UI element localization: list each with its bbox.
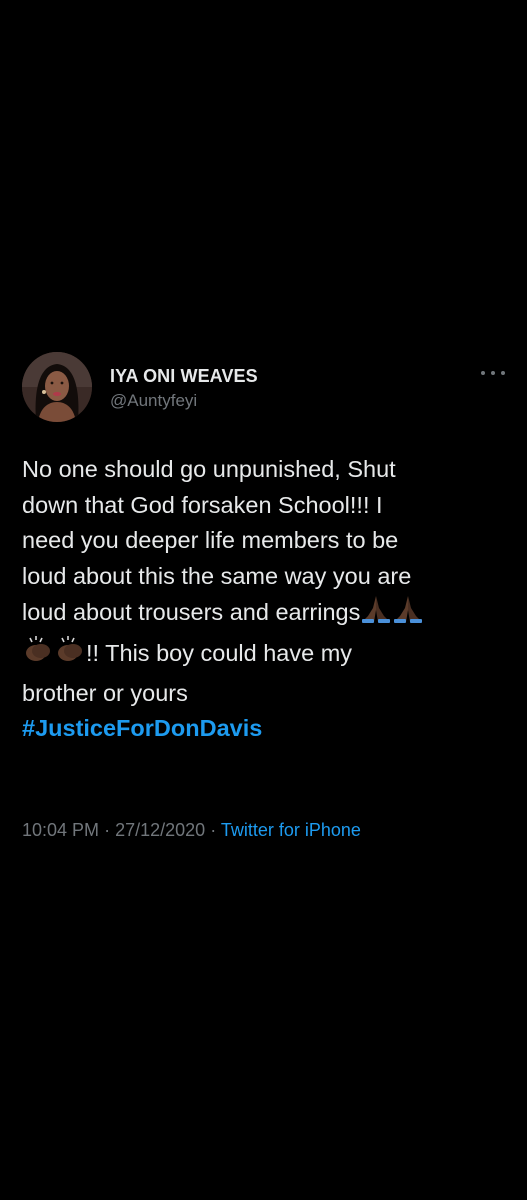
tweet-line: loud about trousers and earrings bbox=[22, 599, 361, 626]
clapping-hands-icon bbox=[54, 635, 86, 676]
folded-hands-icon bbox=[392, 594, 424, 635]
clapping-hands-icon bbox=[22, 635, 54, 676]
folded-hands-icon bbox=[360, 594, 392, 635]
tweet-text: No one should go unpunished, Shut down t… bbox=[22, 452, 512, 747]
display-name[interactable]: IYA ONI WEAVES bbox=[110, 366, 258, 387]
tweet-date: 27/12/2020 bbox=[115, 820, 206, 840]
tweet-source-link[interactable]: Twitter for iPhone bbox=[221, 820, 361, 840]
more-dot bbox=[491, 371, 495, 375]
meta-separator: · bbox=[210, 820, 217, 840]
tweet-time: 10:04 PM bbox=[22, 820, 100, 840]
tweet-metadata: 10:04 PM · 27/12/2020 · Twitter for iPho… bbox=[22, 820, 361, 841]
more-options-icon[interactable] bbox=[481, 364, 505, 382]
tweet-line: need you deeper life members to be bbox=[22, 527, 399, 554]
tweet-line: !! This boy could have my bbox=[86, 639, 353, 666]
tweet-line: brother or yours bbox=[22, 679, 188, 706]
more-dot bbox=[481, 371, 485, 375]
tweet-line-with-emoji: !! This boy could have my bbox=[22, 635, 512, 676]
hashtag-link[interactable]: #JusticeForDonDavis bbox=[22, 711, 512, 747]
tweet-line: loud about this the same way you are bbox=[22, 562, 412, 589]
username-handle[interactable]: @Auntyfeyi bbox=[110, 391, 197, 411]
more-dot bbox=[501, 371, 505, 375]
meta-separator: · bbox=[104, 820, 111, 840]
avatar[interactable] bbox=[22, 352, 92, 422]
tweet-line-with-emoji: loud about trousers and earrings bbox=[22, 594, 512, 635]
tweet-line: No one should go unpunished, Shut bbox=[22, 456, 396, 482]
tweet-line: down that God forsaken School!!! I bbox=[22, 491, 383, 518]
